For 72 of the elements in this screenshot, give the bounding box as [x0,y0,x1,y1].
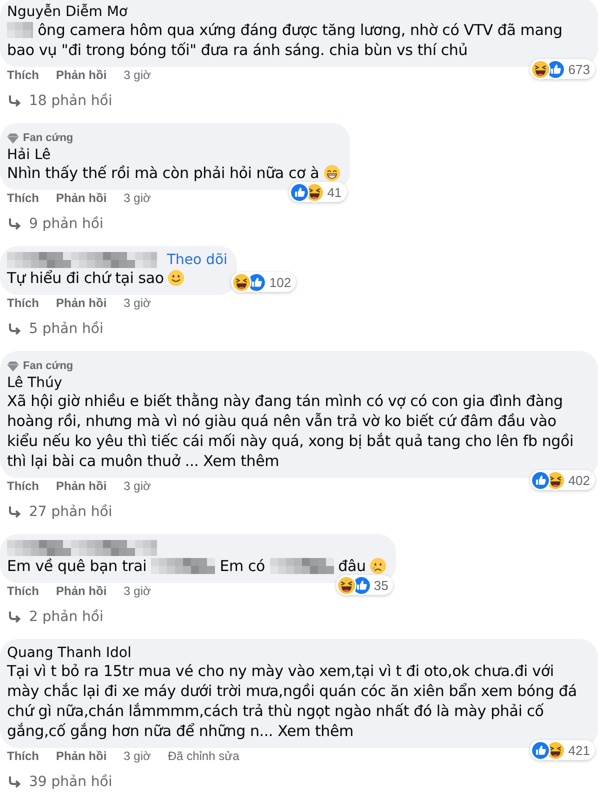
action-link[interactable]: Phản hồi [56,583,107,599]
comment-text: Em về quê bạn trai Em có đâu [7,556,386,576]
reply-arrow-icon [8,611,21,623]
reply-arrow-icon [8,506,21,518]
comment-text: Xã hội giờ nhiều e biết thằng này đang tán mình có vợ có con gia đình đàng hoàng rồi, nhưng mà vì nó giàu quá nên vẫn trả vờ ko biết cứ đâm đầu vào kiểu nếu ko yêu thì tiếc cái mối này quá, xong bị bắt quả tang cho lên fb ngồi thì lại bài ca muôn thuở ... Xem thêm [7,391,574,471]
timestamp-link[interactable]: 3 giờ [124,67,151,83]
like-icon [532,472,550,488]
follow-link[interactable]: Theo dõi [167,252,228,268]
badge-label: Fan cứng [23,132,74,144]
replies-link[interactable]: 27 phản hồi [8,503,112,521]
replies-link[interactable]: 9 phản hồi [8,215,104,233]
reply-arrow-icon [8,218,21,230]
crying-face-icon [370,558,386,574]
see-more-link[interactable]: Xem thêm [203,452,280,470]
action-link[interactable]: Thích [7,190,39,206]
pixelated-patch [151,558,216,574]
laughing-face-icon [532,60,550,78]
laughing-face-icon [547,742,564,758]
laughing-face-icon [547,472,564,488]
replies-link[interactable]: 18 phản hồi [8,92,112,110]
pixelated-patch [7,22,33,38]
action-link[interactable]: Thích [7,295,39,311]
diamond-icon [7,360,19,372]
laughing-face-icon [338,576,355,594]
grinning-face-icon [324,165,340,181]
action-link[interactable]: Thích [7,583,39,599]
pixelated-patch [270,558,334,574]
action-link[interactable]: Phản hồi [56,67,107,83]
action-link[interactable]: Phản hồi [56,478,107,494]
replies-link[interactable]: 39 phản hồi [8,773,112,791]
action-link[interactable]: Phản hồi [56,295,107,311]
author-name[interactable]: Nguyễn Diễm Mơ [7,4,128,20]
author-name[interactable]: Lê Thúy [7,375,62,391]
reactions-button[interactable]: 102 [231,272,296,292]
like-icon [532,742,550,758]
reply-arrow-icon [8,776,21,788]
reactions-button[interactable]: 673 [530,59,595,79]
author-name[interactable]: Hải Lê [7,147,51,163]
action-link[interactable]: Thích [7,748,39,764]
reply-arrow-icon [8,95,21,107]
see-more-link[interactable]: Xem thêm [278,722,354,740]
diamond-icon [7,132,19,144]
action-link[interactable]: Phản hồi [56,748,107,764]
timestamp-link[interactable]: 3 giờ [124,190,151,206]
like-icon [547,60,564,78]
like-icon [291,184,308,200]
reactions-button[interactable]: 421 [530,740,595,760]
replies-link[interactable]: 2 phản hồi [8,608,104,626]
timestamp-link[interactable]: 3 giờ [124,583,151,599]
replies-link[interactable]: 5 phản hồi [8,320,104,338]
like-icon [352,576,370,594]
author-name[interactable]: Quang Thanh Idol [7,645,132,661]
reactions-button[interactable]: 35 [336,575,394,595]
edited-label: Đã chỉnh sửa [168,748,240,764]
timestamp-link[interactable]: 3 giờ [124,295,151,311]
comment-text: Tại vì t bỏ ra 15tr mua vé cho ny mày vào xem,tại vì t đi oto,ok chưa.đi với mày chắc lại đi xe máy dưới trời mưa,ngồi quán cóc ăn xiên bẩn xem bóng đá chứ gì nữa,chán lắmmmm,cách trả thù ngọt ngào nhất đó là mày phải cố gắng,cố gắng hơn nữa để những n... Xem thêm [7,661,578,741]
reply-arrow-icon [8,323,21,335]
comment-text: Tự hiểu đi chứ tại sao [7,268,228,288]
action-link[interactable]: Thích [7,478,39,494]
badge-label: Fan cứng [23,360,74,372]
timestamp-link[interactable]: 3 giờ [124,748,151,764]
action-link[interactable]: Phản hồi [56,190,107,206]
timestamp-link[interactable]: 3 giờ [124,478,151,494]
action-link[interactable]: Thích [7,67,39,83]
reactions-button[interactable]: 41 [289,182,347,202]
like-icon [248,274,266,290]
laughing-face-icon [233,274,250,290]
laughing-face-icon [306,184,324,200]
reactions-button[interactable]: 402 [530,470,595,490]
comment-text: ông camera hôm qua xứng đáng được tăng lương, nhờ có VTV đã mang bao vụ "đi trong bóng tối" đưa ra ánh sáng. chia bùn vs thí chủ [7,20,564,60]
comment-text: Nhìn thấy thế rồi mà còn phải hỏi nữa cơ à [7,163,340,183]
smiling-face-icon [168,270,184,286]
